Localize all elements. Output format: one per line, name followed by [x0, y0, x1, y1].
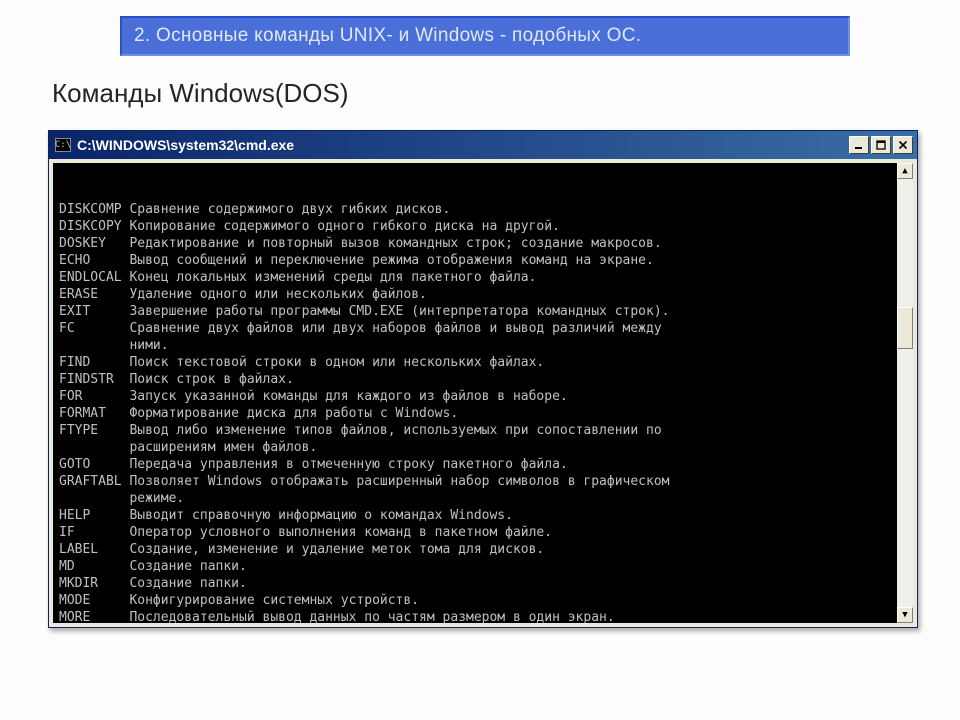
scroll-track[interactable] — [897, 179, 913, 607]
close-icon — [898, 140, 908, 150]
command-row-continuation: режиме. — [59, 490, 907, 507]
window-controls — [849, 136, 913, 154]
command-row: ENDLOCAL Конец локальных изменений среды… — [59, 269, 907, 286]
command-row: ERASE Удаление одного или нескольких фай… — [59, 286, 907, 303]
window-title: C:\WINDOWS\system32\cmd.exe — [77, 137, 849, 153]
command-row: MKDIR Создание папки. — [59, 575, 907, 592]
titlebar[interactable]: C:\ C:\WINDOWS\system32\cmd.exe — [49, 131, 917, 159]
close-button[interactable] — [893, 136, 913, 154]
console-output: DISKCOMP Сравнение содержимого двух гибк… — [53, 163, 913, 623]
cmd-icon: C:\ — [55, 138, 71, 152]
command-row: GOTO Передача управления в отмеченную ст… — [59, 456, 907, 473]
minimize-icon — [854, 140, 864, 150]
command-row: FORMAT Форматирование диска для работы с… — [59, 405, 907, 422]
scroll-thumb[interactable] — [897, 307, 913, 349]
command-row: MD Создание папки. — [59, 558, 907, 575]
command-row: ECHO Вывод сообщений и переключение режи… — [59, 252, 907, 269]
command-row: MORE Последовательный вывод данных по ча… — [59, 609, 907, 623]
command-row: GRAFTABL Позволяет Windows отображать ра… — [59, 473, 907, 490]
command-row-continuation: расширениям имен файлов. — [59, 439, 907, 456]
command-row: FOR Запуск указанной команды для каждого… — [59, 388, 907, 405]
command-row: IF Оператор условного выполнения команд … — [59, 524, 907, 541]
command-row-continuation: ними. — [59, 337, 907, 354]
maximize-button[interactable] — [871, 136, 891, 154]
banner-text: 2. Основные команды UNIX- и Windows - по… — [134, 25, 641, 47]
scroll-up-button[interactable]: ▲ — [897, 163, 913, 179]
command-row: EXIT Завершение работы программы CMD.EXE… — [59, 303, 907, 320]
command-row: FTYPE Вывод либо изменение типов файлов,… — [59, 422, 907, 439]
command-row: DISKCOMP Сравнение содержимого двух гибк… — [59, 201, 907, 218]
maximize-icon — [876, 140, 886, 150]
command-row: DISKCOPY Копирование содержимого одного … — [59, 218, 907, 235]
minimize-button[interactable] — [849, 136, 869, 154]
vertical-scrollbar[interactable]: ▲ ▼ — [897, 163, 913, 623]
command-row: LABEL Создание, изменение и удаление мет… — [59, 541, 907, 558]
slide-banner: 2. Основные команды UNIX- и Windows - по… — [120, 16, 850, 56]
command-row: FIND Поиск текстовой строки в одном или … — [59, 354, 907, 371]
command-row: DOSKEY Редактирование и повторный вызов … — [59, 235, 907, 252]
page-title: Команды Windows(DOS) — [52, 78, 349, 109]
scroll-down-button[interactable]: ▼ — [897, 607, 913, 623]
cmd-window: C:\ C:\WINDOWS\system32\cmd.exe DISKCOMP… — [48, 130, 918, 628]
command-row: HELP Выводит справочную информацию о ком… — [59, 507, 907, 524]
command-row: FC Сравнение двух файлов или двух наборо… — [59, 320, 907, 337]
command-row: MODE Конфигурирование системных устройст… — [59, 592, 907, 609]
command-row: FINDSTR Поиск строк в файлах. — [59, 371, 907, 388]
